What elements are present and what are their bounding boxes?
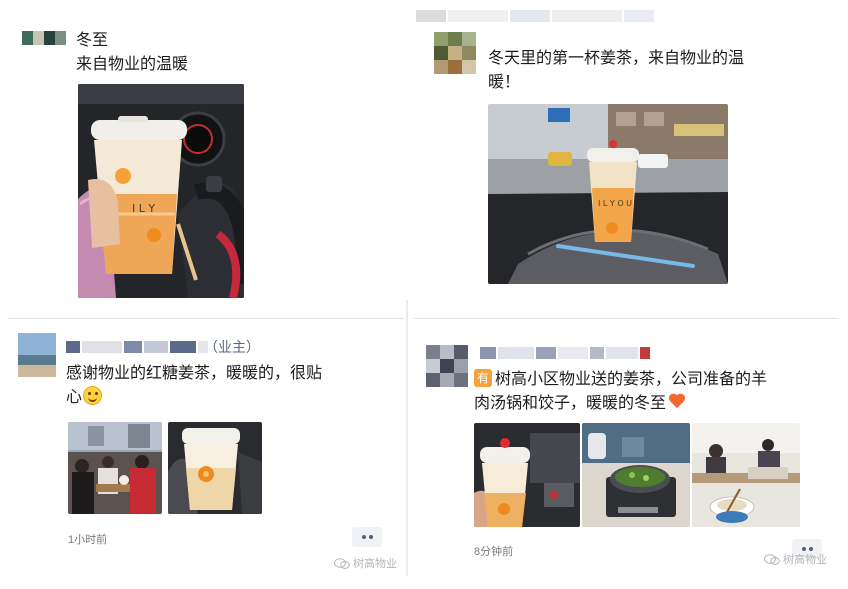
dining-illustration — [692, 423, 800, 527]
post-text-line-1: 冬天里的第一杯姜茶，来自物业的温 — [488, 48, 745, 67]
more-dot-icon — [361, 535, 366, 539]
post-card-2: 冬天里的第一杯姜茶，来自物业的温 暖！ I L Y O U — [414, 8, 838, 300]
avatar[interactable] — [22, 31, 66, 45]
tea-in-car-photo[interactable] — [474, 423, 580, 527]
tea-cup-photo[interactable] — [168, 422, 262, 514]
blurred-username — [66, 341, 208, 353]
watermark-text: 树高物业 — [783, 553, 827, 566]
car-interior-illustration: I L Y — [78, 84, 244, 298]
post-timestamp: 1小时前 — [68, 534, 108, 546]
watermark: 树高物业 — [764, 551, 827, 567]
dashboard-street-illustration: I L Y O U — [488, 104, 728, 284]
avatar[interactable] — [434, 32, 476, 74]
tea-on-dashboard-photo[interactable]: I L Y O U — [488, 104, 728, 284]
post-timestamp: 8分钟前 — [474, 546, 514, 558]
post-card-3: （业主） 感谢物业的红糖姜茶，暖暖的，很贴 心 1小时前 树高物业 — [8, 318, 404, 576]
tea-in-car-photo[interactable]: I L Y — [78, 84, 244, 298]
post-text-line-2: 肉汤锅和饺子，暖暖的冬至 — [474, 393, 667, 412]
post-text-line-1: 冬至 — [76, 30, 109, 49]
avatar[interactable] — [18, 333, 56, 377]
orange-heart-emoji-icon — [668, 394, 686, 410]
more-options-button[interactable] — [352, 527, 382, 547]
wechat-icon — [334, 557, 350, 569]
crowd-illustration — [68, 422, 162, 514]
svg-text:I L Y: I L Y — [132, 202, 155, 215]
divider — [406, 300, 408, 576]
post-text-line-2: 来自物业的温暖 — [76, 54, 189, 73]
post-text-line-1: 树高小区物业送的姜茶，公司准备的羊 — [495, 369, 768, 388]
watermark: 树高物业 — [334, 555, 397, 571]
post-text-line-2: 心 — [66, 387, 83, 406]
smile-emoji-icon — [83, 386, 103, 405]
hotpot-illustration — [582, 423, 690, 527]
blurred-top-bar — [416, 10, 654, 22]
car-cup-illustration — [474, 423, 580, 527]
badge: 有 — [474, 369, 492, 387]
cup-closeup-illustration — [168, 422, 262, 514]
watermark-text: 树高物业 — [353, 557, 397, 570]
post-text: 有树高小区物业送的姜茶，公司准备的羊 肉汤锅和饺子，暖暖的冬至 — [474, 367, 834, 415]
username-suffix: （业主） — [204, 340, 260, 356]
blurred-username — [480, 347, 650, 359]
event-crowd-photo[interactable] — [68, 422, 162, 514]
more-dot-icon — [368, 535, 373, 539]
post-text: 感谢物业的红糖姜茶，暖暖的，很贴 心 — [66, 361, 396, 409]
avatar[interactable] — [426, 345, 468, 387]
post-text: 冬天里的第一杯姜茶，来自物业的温 暖！ — [488, 46, 828, 94]
post-card-4: 有树高小区物业送的姜茶，公司准备的羊 肉汤锅和饺子，暖暖的冬至 8分钟前 树高物… — [414, 318, 838, 576]
cup-handwriting: I L Y O U — [598, 199, 632, 208]
hotpot-photo[interactable] — [582, 423, 690, 527]
dumplings-photo[interactable] — [692, 423, 800, 527]
wechat-icon — [764, 553, 780, 565]
post-text-line-1: 感谢物业的红糖姜茶，暖暖的，很贴 — [66, 363, 323, 382]
post-card-1: 冬至 来自物业的温暖 I L Y — [8, 18, 404, 304]
post-text: 冬至 来自物业的温暖 — [76, 28, 386, 76]
post-text-line-2: 暖！ — [488, 72, 521, 91]
